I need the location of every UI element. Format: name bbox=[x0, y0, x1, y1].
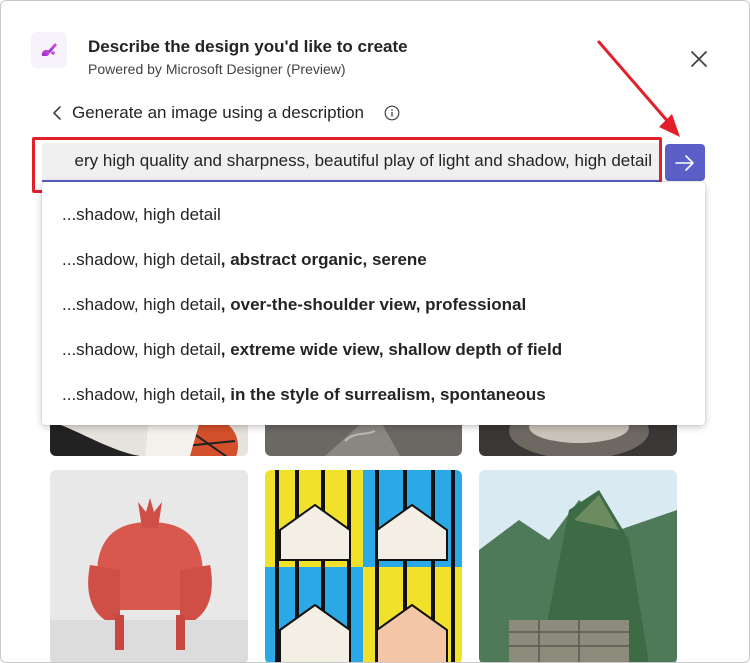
back-button[interactable] bbox=[47, 102, 67, 124]
suggestion-suffix: , in the style of surrealism, spontaneou… bbox=[220, 385, 546, 404]
send-button[interactable] bbox=[665, 144, 705, 181]
arrow-right-icon bbox=[675, 154, 694, 171]
suggestion-suffix: , over-the-shoulder view, professional bbox=[220, 295, 527, 314]
suggestion-prefix: ...shadow, high detail bbox=[62, 205, 221, 224]
thumbnail-image[interactable] bbox=[479, 470, 677, 662]
chevron-left-icon bbox=[53, 106, 61, 120]
thumbnail-picture bbox=[479, 470, 677, 662]
info-icon[interactable] bbox=[384, 105, 400, 121]
suggestion-suffix: , extreme wide view, shallow depth of fi… bbox=[220, 340, 563, 359]
prompt-input[interactable]: ery high quality and sharpness, beautifu… bbox=[75, 151, 652, 171]
suggestions-dropdown: ...shadow, high detail ...shadow, high d… bbox=[42, 182, 705, 425]
suggestion-item[interactable]: ...shadow, high detail, over-the-shoulde… bbox=[62, 295, 526, 315]
suggestion-prefix: ...shadow, high detail bbox=[62, 340, 221, 359]
suggestion-item[interactable]: ...shadow, high detail bbox=[62, 205, 221, 225]
suggestion-item[interactable]: ...shadow, high detail, in the style of … bbox=[62, 385, 546, 405]
thumbnail-picture bbox=[50, 470, 248, 662]
thumbnail-image[interactable] bbox=[50, 470, 248, 662]
dialog-title: Describe the design you'd like to create bbox=[88, 37, 408, 56]
prompt-field[interactable]: ery high quality and sharpness, beautifu… bbox=[42, 143, 662, 182]
close-icon bbox=[691, 51, 707, 67]
section-heading: Generate an image using a description bbox=[72, 103, 365, 122]
suggestion-prefix: ...shadow, high detail bbox=[62, 295, 221, 314]
suggestion-suffix: , abstract organic, serene bbox=[220, 250, 427, 269]
thumbnail-image[interactable] bbox=[265, 470, 462, 662]
dialog: Describe the design you'd like to create… bbox=[0, 0, 750, 663]
thumbnail-picture bbox=[265, 470, 462, 662]
suggestion-item[interactable]: ...shadow, high detail, extreme wide vie… bbox=[62, 340, 562, 360]
designer-logo-icon bbox=[31, 32, 67, 68]
suggestion-prefix: ...shadow, high detail bbox=[62, 385, 221, 404]
dialog-subtitle: Powered by Microsoft Designer (Preview) bbox=[88, 61, 346, 77]
suggestion-item[interactable]: ...shadow, high detail, abstract organic… bbox=[62, 250, 427, 270]
suggestion-prefix: ...shadow, high detail bbox=[62, 250, 221, 269]
close-button[interactable] bbox=[687, 47, 711, 71]
